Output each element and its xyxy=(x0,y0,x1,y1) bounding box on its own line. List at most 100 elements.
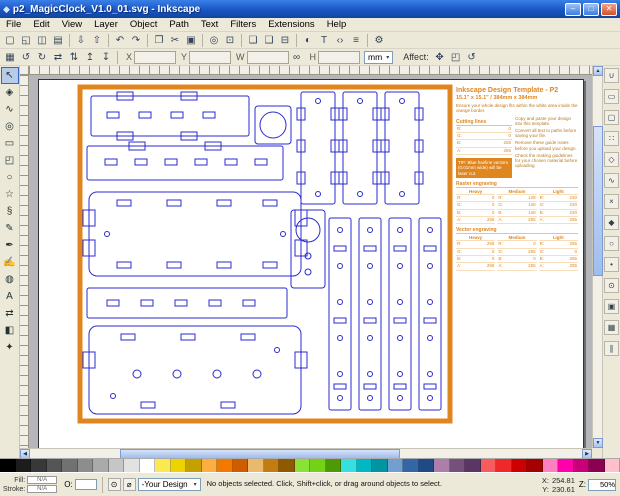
connector-tool[interactable]: ⇄ xyxy=(1,305,19,322)
palette-swatch-39[interactable] xyxy=(605,459,620,472)
palette-swatch-0[interactable] xyxy=(0,459,16,472)
palette-swatch-25[interactable] xyxy=(388,459,404,472)
select-all-button[interactable]: ▦ xyxy=(2,50,18,65)
snap-cusp-node-button[interactable]: ◆ xyxy=(604,215,619,230)
x-input[interactable] xyxy=(134,51,176,64)
calligraphy-tool[interactable]: ✍ xyxy=(1,254,19,271)
flip-vertical-button[interactable]: ⇅ xyxy=(66,50,82,65)
palette-swatch-18[interactable] xyxy=(279,459,295,472)
spiral-tool[interactable]: § xyxy=(1,203,19,220)
vertical-scroll-thumb[interactable] xyxy=(593,126,603,276)
minimize-button[interactable]: – xyxy=(565,3,581,16)
palette-swatch-11[interactable] xyxy=(171,459,187,472)
lower-to-bottom-button[interactable]: ↧ xyxy=(98,50,114,65)
snap-intersection-button[interactable]: × xyxy=(604,194,619,209)
scroll-down-arrow[interactable]: ▼ xyxy=(593,438,603,448)
open-document-button[interactable]: ◱ xyxy=(18,33,34,48)
dropper-tool[interactable]: ✦ xyxy=(1,339,19,356)
snap-path-button[interactable]: ∿ xyxy=(604,173,619,188)
palette-swatch-2[interactable] xyxy=(31,459,47,472)
palette-swatch-35[interactable] xyxy=(543,459,559,472)
zoom-drawing-button[interactable]: ◎ xyxy=(206,33,222,48)
star-tool[interactable]: ☆ xyxy=(1,186,19,203)
flip-horizontal-button[interactable]: ⇄ xyxy=(50,50,66,65)
snap-object-center-button[interactable]: ⊙ xyxy=(604,278,619,293)
page[interactable]: Inkscape Design Template - P2 15.1" x 15… xyxy=(38,79,584,448)
snap-toggle-button[interactable]: ∪ xyxy=(604,68,619,83)
opacity-input[interactable] xyxy=(75,479,97,490)
palette-swatch-16[interactable] xyxy=(248,459,264,472)
palette-swatch-38[interactable] xyxy=(589,459,605,472)
lock-ratio-toggle[interactable]: ∞ xyxy=(289,50,305,65)
palette-swatch-32[interactable] xyxy=(496,459,512,472)
tweak-tool[interactable]: ∿ xyxy=(1,101,19,118)
palette-swatch-20[interactable] xyxy=(310,459,326,472)
selector-tool[interactable]: ↖ xyxy=(1,67,19,84)
menu-object[interactable]: Object xyxy=(124,19,163,30)
menu-extensions[interactable]: Extensions xyxy=(262,19,320,30)
menu-layer[interactable]: Layer xyxy=(88,19,124,30)
snap-bbox-edge-button[interactable]: ▢ xyxy=(604,110,619,125)
zoom-page-button[interactable]: ⊡ xyxy=(222,33,238,48)
y-input[interactable] xyxy=(189,51,231,64)
text-dialog-button[interactable]: T xyxy=(316,33,332,48)
rectangle-tool[interactable]: ▭ xyxy=(1,135,19,152)
ellipse-tool[interactable]: ○ xyxy=(1,169,19,186)
palette-swatch-28[interactable] xyxy=(434,459,450,472)
palette-swatch-34[interactable] xyxy=(527,459,543,472)
copy-button[interactable]: ❐ xyxy=(151,33,167,48)
duplicate-button[interactable]: ❏ xyxy=(245,33,261,48)
palette-swatch-19[interactable] xyxy=(295,459,311,472)
menu-edit[interactable]: Edit xyxy=(27,19,55,30)
w-input[interactable] xyxy=(247,51,289,64)
snap-grid-button[interactable]: ▦ xyxy=(604,320,619,335)
snap-bbox-button[interactable]: ▭ xyxy=(604,89,619,104)
palette-swatch-5[interactable] xyxy=(78,459,94,472)
palette-swatch-23[interactable] xyxy=(357,459,373,472)
cut-button[interactable]: ✂ xyxy=(167,33,183,48)
align-dialog-button[interactable]: ≡ xyxy=(348,33,364,48)
fill-stroke-indicator[interactable]: Fill: N/A Stroke: N/A xyxy=(0,476,57,493)
xml-editor-button[interactable]: ‹› xyxy=(332,33,348,48)
layer-selector[interactable]: -Your Design ▾ xyxy=(138,478,201,491)
node-tool[interactable]: ◈ xyxy=(1,84,19,101)
snap-smooth-node-button[interactable]: ○ xyxy=(604,236,619,251)
rotate-ccw-button[interactable]: ↺ xyxy=(18,50,34,65)
palette-swatch-27[interactable] xyxy=(419,459,435,472)
fill-stroke-dialog-button[interactable]: ◐ xyxy=(300,33,316,48)
import-button[interactable]: ⇩ xyxy=(73,33,89,48)
horizontal-scrollbar[interactable]: ◀ ▶ xyxy=(20,448,592,458)
units-dropdown[interactable]: mm▾ xyxy=(364,51,393,64)
palette-swatch-26[interactable] xyxy=(403,459,419,472)
design-template-text[interactable]: Inkscape Design Template - P2 15.1" x 15… xyxy=(456,87,578,271)
palette-swatch-22[interactable] xyxy=(341,459,357,472)
menu-file[interactable]: File xyxy=(0,19,27,30)
canvas[interactable]: Inkscape Design Template - P2 15.1" x 15… xyxy=(29,75,592,448)
palette-swatch-7[interactable] xyxy=(109,459,125,472)
snap-guide-button[interactable]: ∥ xyxy=(604,341,619,356)
palette-swatch-3[interactable] xyxy=(47,459,63,472)
affect-scale-button[interactable]: ◰ xyxy=(448,50,464,65)
palette-swatch-6[interactable] xyxy=(93,459,109,472)
rotate-cw-button[interactable]: ↻ xyxy=(34,50,50,65)
menu-view[interactable]: View xyxy=(56,19,88,30)
undo-button[interactable]: ↶ xyxy=(112,33,128,48)
maximize-button[interactable]: □ xyxy=(583,3,599,16)
menu-help[interactable]: Help xyxy=(321,19,353,30)
snap-midpoint-button[interactable]: • xyxy=(604,257,619,272)
create-clone-button[interactable]: ❑ xyxy=(261,33,277,48)
palette-swatch-30[interactable] xyxy=(465,459,481,472)
menu-path[interactable]: Path xyxy=(163,19,195,30)
palette-swatch-24[interactable] xyxy=(372,459,388,472)
design-drawing[interactable] xyxy=(77,84,453,424)
layer-visibility-toggle[interactable]: ⊙ xyxy=(108,478,121,491)
palette-swatch-10[interactable] xyxy=(155,459,171,472)
palette-swatch-14[interactable] xyxy=(217,459,233,472)
palette-swatch-15[interactable] xyxy=(233,459,249,472)
palette-swatch-13[interactable] xyxy=(202,459,218,472)
snap-page-border-button[interactable]: ▣ xyxy=(604,299,619,314)
box3d-tool[interactable]: ◰ xyxy=(1,152,19,169)
palette-swatch-29[interactable] xyxy=(450,459,466,472)
close-button[interactable]: ✕ xyxy=(601,3,617,16)
print-button[interactable]: ▤ xyxy=(50,33,66,48)
